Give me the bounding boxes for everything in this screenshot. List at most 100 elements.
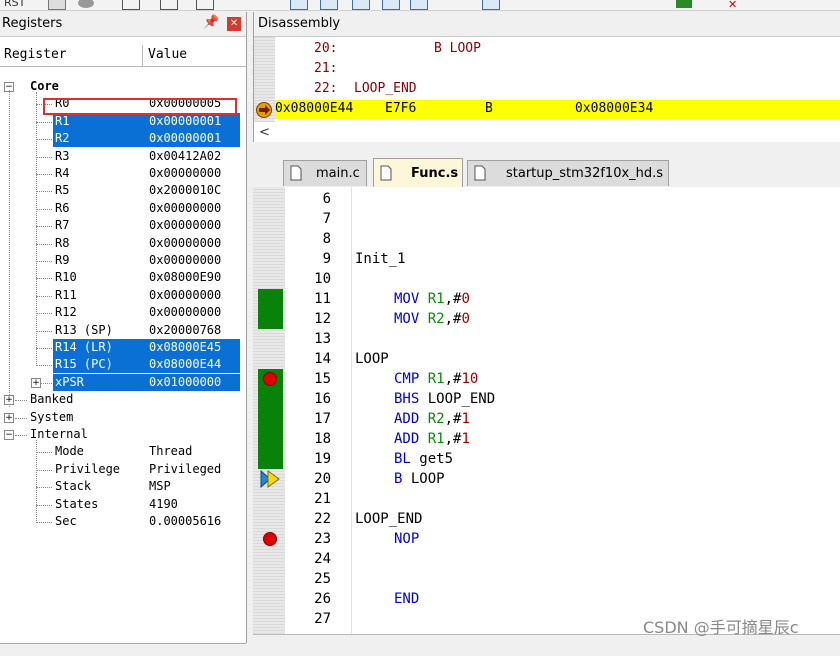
stop-icon[interactable] (78, 0, 94, 8)
expand-icon[interactable]: + (4, 412, 14, 423)
rst-button[interactable]: RST (4, 0, 25, 9)
current-opcode: E7F6 (385, 101, 417, 116)
disasm-line-number: 21: (314, 61, 338, 76)
tree-node-system[interactable]: + System (0, 409, 246, 426)
disasm-line-text: LOOP_END (354, 81, 417, 96)
close-icon[interactable]: ✕ (227, 17, 241, 31)
register-row[interactable]: R12 0x00000000 (0, 304, 246, 321)
register-row[interactable]: R11 0x00000000 (0, 287, 246, 304)
registers-window-icon[interactable] (382, 0, 400, 10)
disassembly-window-icon[interactable] (320, 0, 338, 10)
step-over-icon[interactable] (160, 0, 178, 10)
internal-value: 0.00005616 (149, 514, 222, 528)
register-value[interactable]: 0x08000E45 (149, 340, 221, 354)
internal-row: States 4190 (0, 496, 246, 513)
tree-line (36, 174, 52, 175)
watch-window-icon[interactable] (482, 0, 500, 10)
tab-startup-file[interactable]: startup_stm32f10x_hd.s (467, 160, 669, 186)
register-value[interactable]: 0x00412A02 (149, 149, 221, 163)
register-value[interactable]: 0x08000E90 (149, 270, 221, 284)
internal-row: Stack MSP (0, 478, 246, 495)
code-line: ADD R2,#1 (394, 411, 470, 427)
instruction-operand: LOOP (410, 471, 445, 487)
register-value[interactable]: 0x00000000 (149, 201, 221, 215)
tab-label: startup_stm32f10x_hd.s (506, 166, 664, 181)
register-row[interactable]: R4 0x00000000 (0, 165, 246, 182)
code-line: B LOOP (394, 471, 445, 487)
register-name: R7 (55, 218, 70, 233)
register-row[interactable]: R8 0x00000000 (0, 235, 246, 252)
register-row[interactable]: R6 0x00000000 (0, 200, 246, 217)
symbols-window-icon[interactable] (352, 0, 370, 10)
column-value[interactable]: Value (148, 47, 187, 62)
collapse-icon[interactable]: − (4, 430, 14, 440)
current-instruction-line[interactable]: 0x08000E44 E7F6 B 0x08000E34 (275, 100, 840, 119)
register-value[interactable]: 0x20000768 (149, 323, 221, 337)
call-stack-icon[interactable] (410, 0, 428, 10)
code-line: MOV R2,#0 (394, 311, 470, 327)
register-row[interactable]: R10 0x08000E90 (0, 269, 246, 286)
tree-node-banked[interactable]: + Banked (0, 391, 246, 408)
register-value[interactable]: 0x2000010C (149, 183, 221, 197)
register-name: xPSR (55, 374, 84, 389)
line-number: 17 (314, 411, 331, 427)
register-row[interactable]: R7 0x00000000 (0, 217, 246, 234)
source-editor[interactable]: 6 7 8 9 Init_1 10 11 MOV R1,#0 12 MOV R2,#0 13 14 LO… (253, 187, 840, 644)
expand-icon[interactable]: + (31, 377, 41, 388)
register-value[interactable]: 0x01000000 (149, 375, 221, 389)
node-label: Core (30, 79, 59, 93)
tab-func-s[interactable]: Func.s (373, 158, 463, 188)
register-row[interactable]: R5 0x2000010C (0, 182, 246, 199)
line-number: 15 (314, 371, 331, 387)
command-window-icon[interactable] (290, 0, 308, 10)
column-register[interactable]: Register (4, 47, 67, 62)
register-value[interactable]: 0x00000000 (149, 253, 221, 267)
line-number: 7 (322, 211, 331, 227)
register-value[interactable]: 0x00000000 (149, 218, 221, 232)
line-number: 19 (314, 451, 331, 467)
node-label: Banked (30, 392, 74, 407)
registers-bottom-tabs[interactable] (0, 643, 246, 656)
close-icon[interactable]: ✕ (728, 0, 744, 10)
register-name: R8 (55, 235, 70, 250)
register-row[interactable]: R9 0x00000000 (0, 252, 246, 269)
register-row[interactable]: R13 (SP) 0x20000768 (0, 322, 246, 339)
code-line: CMP R1,#10 (394, 371, 478, 387)
instruction-operand: ,# (444, 371, 462, 387)
register-row[interactable]: R2 0x00000001 (0, 130, 246, 147)
tree-line (36, 313, 52, 315)
register-value[interactable]: 0x00000000 (149, 236, 221, 250)
disasm-line-number: 20: (314, 41, 338, 56)
instruction-operand: ,# (444, 311, 462, 327)
register-row[interactable]: R14 (LR) 0x08000E45 (0, 339, 246, 356)
register-value[interactable]: 0x08000E44 (149, 357, 221, 371)
register-value[interactable]: 0x00000000 (149, 288, 221, 302)
node-label: Internal (30, 427, 88, 441)
tab-label: main.c (316, 166, 360, 181)
register-row[interactable]: R3 0x00412A02 (0, 148, 246, 165)
step-into-icon[interactable] (122, 0, 140, 10)
expand-icon[interactable]: + (4, 395, 14, 406)
instruction-operand: ,# (444, 411, 462, 427)
register-value[interactable]: 0x00000001 (149, 131, 221, 145)
line-number: 9 (322, 251, 331, 267)
instruction-mnemonic: NOP (394, 531, 420, 547)
scroll-left-icon[interactable]: < (259, 125, 270, 140)
register-row[interactable]: R1 0x00000001 (0, 113, 246, 130)
analysis-icon[interactable] (676, 0, 692, 8)
pin-icon[interactable]: 📌 (203, 15, 219, 30)
reset-icon[interactable] (48, 0, 66, 10)
register-value[interactable]: 0x00000000 (149, 305, 221, 319)
tab-main-c[interactable]: main.c (283, 160, 367, 186)
code-line: ADD R1,#1 (394, 431, 470, 447)
register-value[interactable]: 0x00000000 (149, 166, 221, 180)
step-out-icon[interactable] (196, 0, 214, 10)
registers-title: Registers (2, 16, 63, 31)
register-row[interactable]: R15 (PC) 0x08000E44 (0, 356, 246, 373)
register-value[interactable]: 0x00000001 (149, 114, 221, 128)
instruction-operand: get5 (419, 451, 454, 467)
line-number: 8 (322, 231, 331, 247)
register-row[interactable]: + xPSR 0x01000000 (0, 374, 246, 391)
tree-line (36, 348, 52, 349)
line-number: 6 (322, 191, 331, 207)
